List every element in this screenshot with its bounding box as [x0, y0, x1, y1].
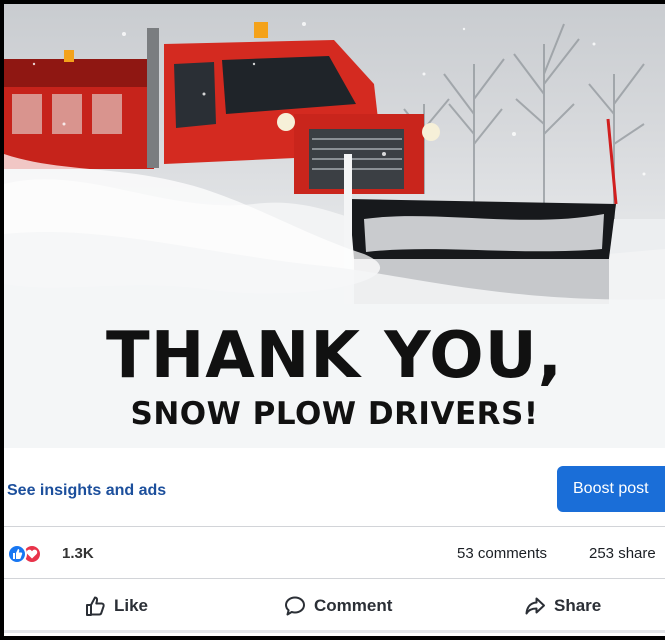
comments-count[interactable]: 53 comments — [457, 545, 547, 562]
like-button[interactable]: Like — [84, 590, 148, 622]
share-button[interactable]: Share — [524, 590, 601, 622]
post-image[interactable]: THANK YOU, SNOW PLOW DRIVERS! — [4, 4, 665, 448]
share-label: Share — [554, 596, 602, 615]
like-icon — [7, 544, 27, 564]
comment-bubble-icon — [284, 595, 306, 617]
like-label: Like — [114, 596, 149, 615]
divider — [4, 526, 665, 527]
insights-bar: See insights and ads Boost post — [4, 452, 665, 524]
thumbs-up-icon — [84, 595, 106, 617]
see-insights-link[interactable]: See insights and ads — [7, 482, 166, 500]
share-arrow-icon — [524, 595, 546, 617]
reaction-count[interactable]: 1.3K — [62, 545, 94, 562]
divider — [4, 578, 665, 579]
shares-count[interactable]: 253 share — [589, 545, 656, 562]
comment-button[interactable]: Comment — [284, 590, 392, 622]
facebook-post: THANK YOU, SNOW PLOW DRIVERS! See insigh… — [4, 4, 665, 636]
comment-label: Comment — [314, 596, 393, 615]
image-subheadline: SNOW PLOW DRIVERS! — [130, 396, 539, 432]
engagement-stats: 1.3K 53 comments 253 share — [4, 532, 665, 574]
image-headline: THANK YOU, — [106, 319, 563, 393]
post-actions: Like Comment Share — [4, 584, 665, 628]
boost-post-button[interactable]: Boost post — [557, 466, 665, 512]
divider — [4, 630, 665, 633]
